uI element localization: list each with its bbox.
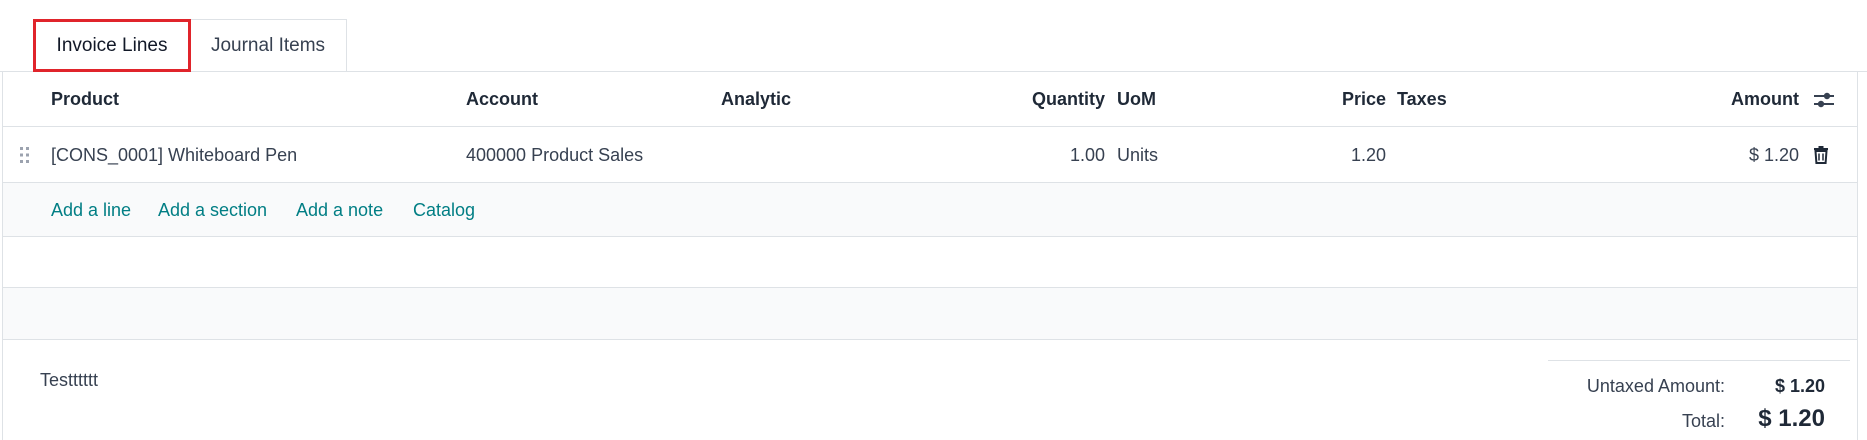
invoice-lines-page: Invoice Lines Journal Items Product Acco… xyxy=(0,0,1867,440)
cell-price[interactable]: 1.20 xyxy=(1283,127,1386,183)
cell-uom[interactable]: Units xyxy=(1117,127,1158,183)
untaxed-amount-label: Untaxed Amount: xyxy=(1586,376,1725,396)
column-header-product[interactable]: Product xyxy=(51,72,119,127)
cell-account[interactable]: 400000 Product Sales xyxy=(466,127,643,183)
catalog-link[interactable]: Catalog xyxy=(413,183,475,237)
table-row[interactable]: [CONS_0001] Whiteboard Pen 400000 Produc… xyxy=(3,127,1857,183)
trash-icon[interactable] xyxy=(1813,146,1829,164)
terms-note[interactable]: Testttttt xyxy=(40,370,98,391)
cell-quantity[interactable]: 1.00 xyxy=(963,127,1105,183)
total-value: $ 1.20 xyxy=(1758,405,1825,432)
table-header: Product Account Analytic Quantity UoM Pr… xyxy=(3,72,1857,127)
column-header-analytic[interactable]: Analytic xyxy=(721,72,791,127)
add-section-link[interactable]: Add a section xyxy=(158,183,267,237)
tab-invoice-lines[interactable]: Invoice Lines xyxy=(33,19,191,72)
column-header-account[interactable]: Account xyxy=(466,72,538,127)
tab-journal-items[interactable]: Journal Items xyxy=(190,19,347,72)
column-header-uom[interactable]: UoM xyxy=(1117,72,1156,127)
total-label: Total: xyxy=(1681,411,1725,431)
column-settings-icon[interactable] xyxy=(1813,90,1835,110)
column-header-quantity[interactable]: Quantity xyxy=(963,72,1105,127)
notebook-tabs: Invoice Lines Journal Items xyxy=(0,0,1867,72)
empty-row xyxy=(3,288,1857,340)
cell-amount: $ 1.20 xyxy=(1748,145,1799,165)
column-header-taxes[interactable]: Taxes xyxy=(1397,72,1447,127)
add-note-link[interactable]: Add a note xyxy=(296,183,383,237)
add-line-link[interactable]: Add a line xyxy=(51,183,131,237)
add-actions-row: Add a line Add a section Add a note Cata… xyxy=(3,183,1857,237)
untaxed-amount-value: $ 1.20 xyxy=(1774,376,1825,396)
drag-handle-icon[interactable] xyxy=(19,146,31,164)
totals-summary: Untaxed Amount: $ 1.20 Total: $ 1.20 xyxy=(1548,360,1850,440)
column-header-price[interactable]: Price xyxy=(1283,72,1386,127)
cell-product[interactable]: [CONS_0001] Whiteboard Pen xyxy=(51,127,297,183)
empty-row xyxy=(3,237,1857,288)
column-header-amount[interactable]: Amount xyxy=(1653,72,1799,127)
